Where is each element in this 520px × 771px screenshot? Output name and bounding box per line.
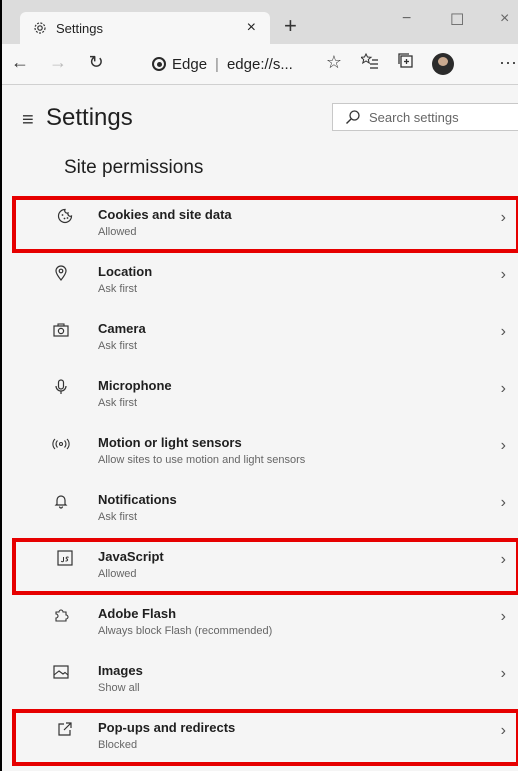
permission-microphone[interactable]: Microphone Ask first › [2, 367, 518, 424]
chevron-right-icon: › [500, 266, 506, 283]
permission-camera[interactable]: Camera Ask first › [2, 310, 518, 367]
permissions-list: Cookies and site data Allowed › Location… [2, 196, 518, 766]
permission-location[interactable]: Location Ask first › [2, 253, 518, 310]
permission-status: Allowed [98, 568, 137, 580]
permission-adobe-flash[interactable]: Adobe Flash Always block Flash (recommen… [2, 595, 518, 652]
chevron-right-icon: › [500, 323, 506, 340]
hamburger-menu-icon[interactable]: ≡ [22, 109, 34, 132]
external-link-icon [56, 720, 74, 738]
permission-status: Allowed [98, 226, 137, 238]
permission-status: Ask first [98, 511, 138, 523]
permission-status: Ask first [98, 397, 138, 409]
sensor-icon [52, 435, 70, 453]
search-icon [345, 109, 361, 125]
permission-images[interactable]: Images Show all › [2, 652, 518, 709]
permission-notifications[interactable]: Notifications Ask first › [2, 481, 518, 538]
permission-label: Camera [98, 321, 146, 336]
camera-icon [52, 321, 70, 339]
chevron-right-icon: › [500, 380, 506, 397]
settings-page: ≡ Settings Site permissions Cookies and … [2, 85, 518, 771]
address-brand: Edge [172, 55, 208, 73]
chevron-right-icon: › [500, 722, 506, 739]
search-input[interactable] [367, 108, 511, 126]
microphone-icon [52, 378, 70, 396]
permission-status: Show all [98, 682, 140, 694]
permission-label: Notifications [98, 492, 177, 507]
permission-label: Motion or light sensors [98, 435, 242, 450]
chevron-right-icon: › [500, 608, 506, 625]
tab-settings[interactable]: Settings × [20, 12, 270, 44]
collections-icon[interactable] [394, 52, 418, 75]
new-tab-button[interactable]: + [284, 13, 297, 39]
chevron-right-icon: › [500, 437, 506, 454]
gear-icon [32, 20, 48, 36]
back-arrow-icon[interactable]: ← [8, 52, 32, 73]
permission-status: Ask first [98, 340, 138, 352]
page-title: Settings [46, 104, 133, 131]
permission-status: Blocked [98, 739, 138, 751]
permission-label: JavaScript [98, 549, 164, 564]
favorite-star-icon[interactable]: ☆ [322, 52, 346, 73]
permission-label: Adobe Flash [98, 606, 177, 621]
favorites-list-icon[interactable] [358, 52, 382, 75]
cookie-icon [56, 207, 74, 225]
refresh-icon[interactable]: ↻ [84, 52, 108, 73]
permission-status: Allow sites to use motion and light sens… [98, 454, 306, 466]
search-box[interactable] [332, 103, 518, 131]
chevron-right-icon: › [500, 665, 506, 682]
forward-arrow-icon[interactable]: → [46, 52, 70, 73]
permission-popups[interactable]: Pop-ups and redirects Blocked › [12, 709, 518, 766]
location-pin-icon [52, 264, 70, 282]
bell-icon [52, 492, 70, 510]
image-icon [52, 663, 70, 681]
javascript-icon [56, 549, 74, 567]
section-title: Site permissions [64, 157, 204, 178]
permission-label: Cookies and site data [98, 207, 232, 222]
chevron-right-icon: › [500, 494, 506, 511]
browser-window: Settings × + − ☐ × ← → ↻ Edge | edge://s… [0, 0, 518, 771]
chevron-right-icon: › [500, 551, 506, 568]
tab-title: Settings [56, 20, 103, 36]
tab-strip: Settings × + − ☐ × [2, 0, 518, 44]
permission-cookies[interactable]: Cookies and site data Allowed › [12, 196, 518, 253]
permission-status: Ask first [98, 283, 138, 295]
maximize-button[interactable]: ☐ [450, 10, 464, 30]
puzzle-icon [52, 606, 70, 624]
close-window-button[interactable]: × [500, 10, 509, 28]
edge-logo-icon [152, 57, 166, 71]
permission-javascript[interactable]: JavaScript Allowed › [12, 538, 518, 595]
tab-close-icon[interactable]: × [247, 19, 256, 37]
profile-avatar[interactable] [432, 53, 454, 75]
toolbar: ← → ↻ Edge | edge://s... ☆ ··· [2, 44, 518, 85]
address-separator: | [215, 55, 219, 73]
permission-label: Pop-ups and redirects [98, 720, 236, 735]
permission-label: Images [98, 663, 143, 678]
chevron-right-icon: › [500, 209, 506, 226]
minimize-button[interactable]: − [402, 10, 411, 28]
more-menu-icon[interactable]: ··· [496, 52, 518, 73]
permission-status: Always block Flash (recommended) [98, 625, 273, 637]
permission-motion-sensors[interactable]: Motion or light sensors Allow sites to u… [2, 424, 518, 481]
permission-label: Location [98, 264, 153, 279]
permission-label: Microphone [98, 378, 172, 393]
address-url: edge://s... [226, 55, 293, 73]
